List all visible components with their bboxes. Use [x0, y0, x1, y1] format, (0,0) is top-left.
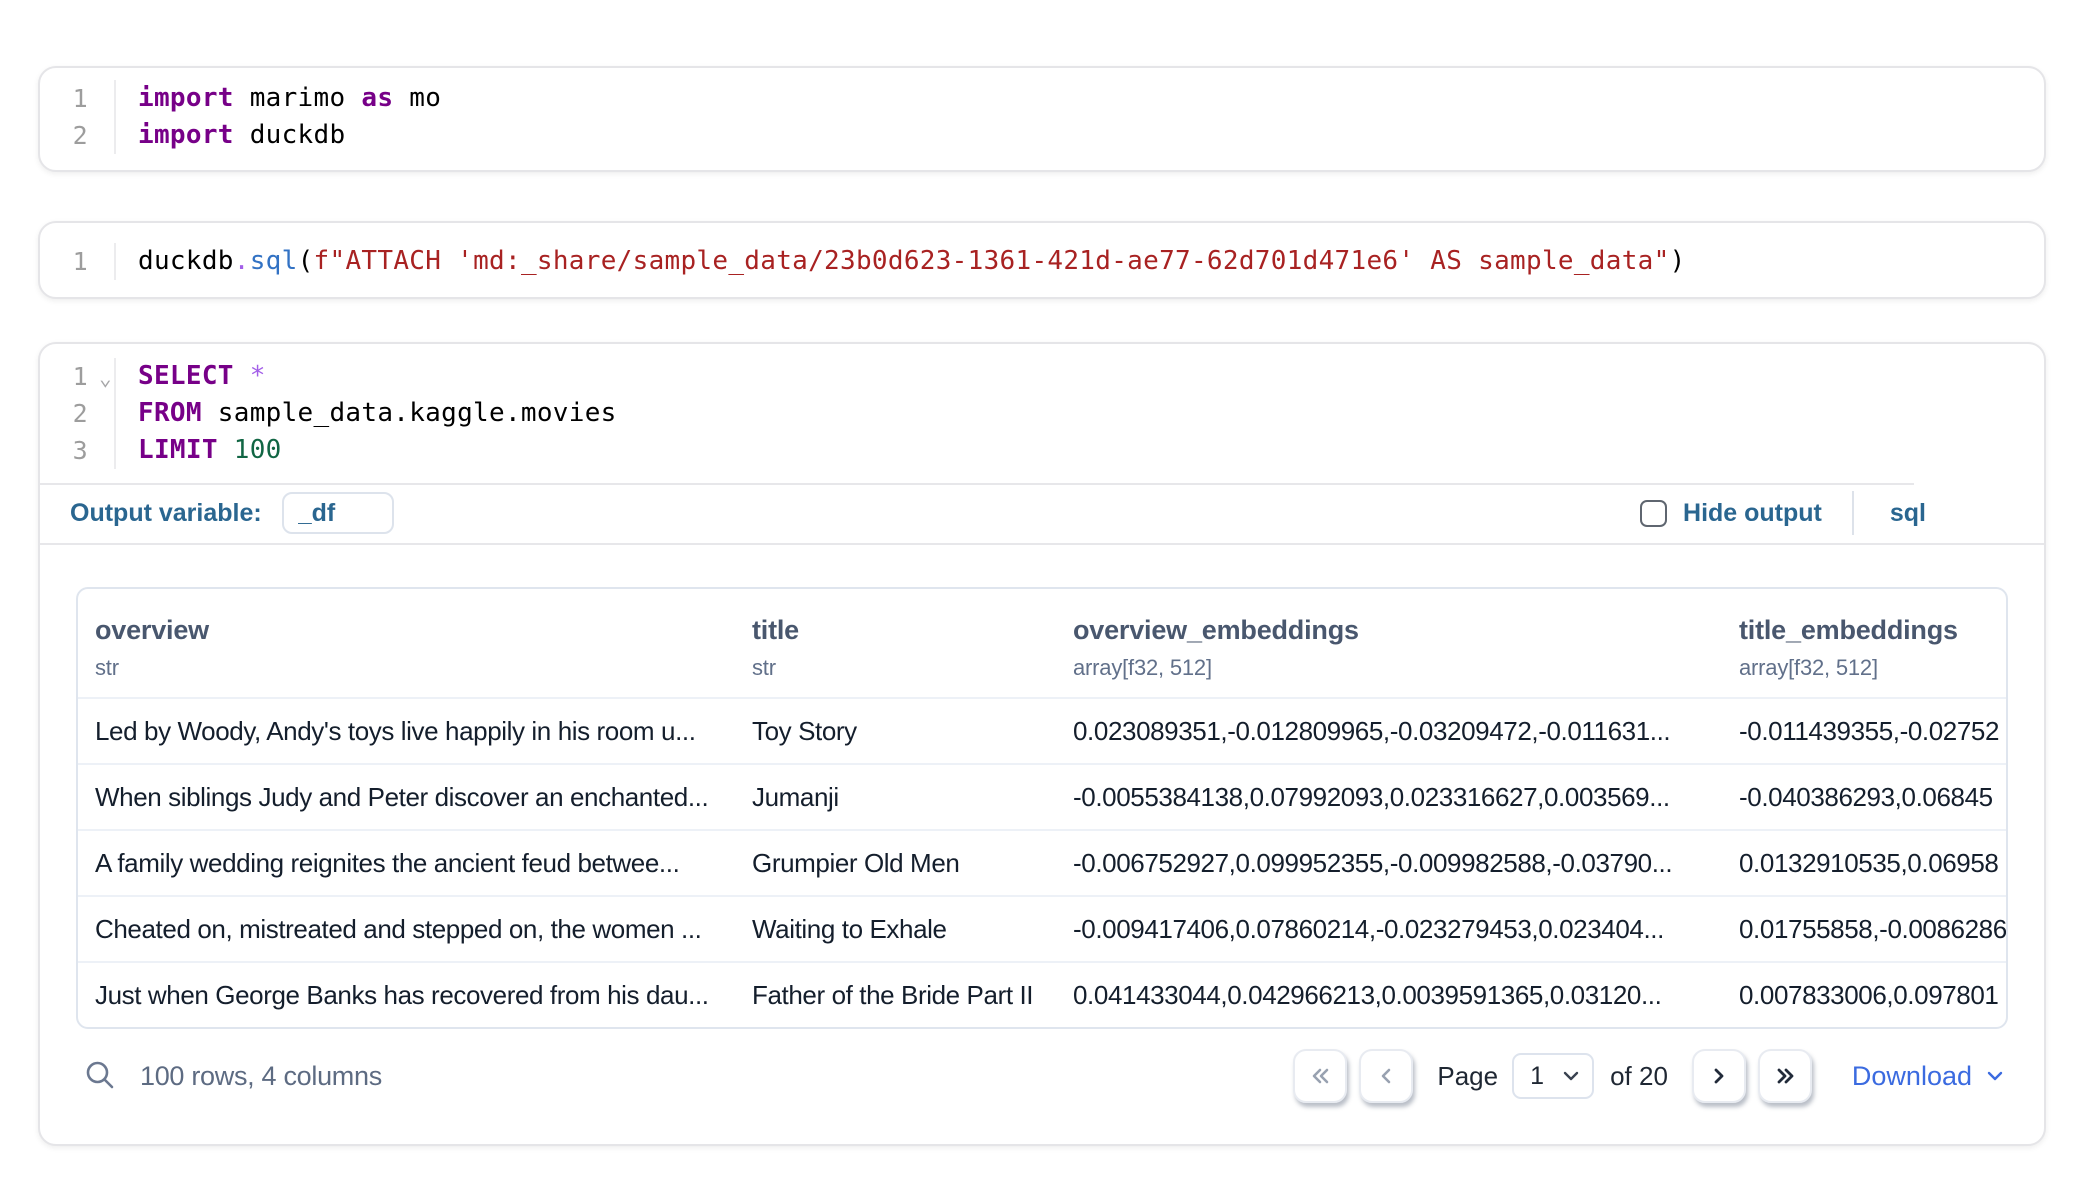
table-cell: Led by Woody, Andy's toys live happily i… — [78, 716, 735, 747]
table-row: Just when George Banks has recovered fro… — [78, 961, 2006, 1027]
table-row: Cheated on, mistreated and stepped on, t… — [78, 895, 2006, 961]
code-editor[interactable]: 12 import marimo as moimport duckdb — [40, 68, 2044, 154]
sql-cell: 1 ⌄ 2 3 SELECT *FROM sample_data.kaggle.mov… — [38, 342, 2046, 1146]
table-row: When siblings Judy and Peter discover an… — [78, 763, 2006, 829]
hide-output-label: Hide output — [1683, 499, 1822, 528]
code-cell-attach: 1 duckdb.sql(f"ATTACH 'md:_share/sample_… — [38, 221, 2046, 299]
last-page-button[interactable] — [1758, 1049, 1812, 1103]
code-editor[interactable]: 1 duckdb.sql(f"ATTACH 'md:_share/sample_… — [40, 223, 2044, 280]
line-number: 1 — [73, 362, 88, 391]
line-number: 1 — [73, 247, 88, 276]
table-cell: -0.040386293,0.06845 — [1722, 782, 2006, 813]
column-type: array[f32, 512] — [1739, 655, 2006, 681]
code-area[interactable]: import marimo as moimport duckdb — [116, 80, 2044, 154]
column-name: title_embeddings — [1739, 615, 2006, 646]
sql-cell-toolbar: Output variable: Hide output sql — [40, 483, 2044, 545]
line-number: 3 — [73, 436, 88, 465]
line-number-gutter: 12 — [40, 80, 116, 154]
page-select-value: 1 — [1530, 1062, 1544, 1091]
line-number-gutter: 1 ⌄ 2 3 — [40, 358, 116, 469]
toolbar-divider — [1852, 491, 1854, 535]
table-cell: A family wedding reignites the ancient f… — [78, 848, 735, 879]
line-number: 2 — [73, 121, 88, 150]
first-page-button[interactable] — [1293, 1049, 1347, 1103]
output-variable-label: Output variable: — [70, 499, 262, 528]
chevron-down-icon[interactable]: ⌄ — [99, 360, 112, 397]
row-count-label: 100 rows, 4 columns — [140, 1061, 382, 1092]
table-cell: Just when George Banks has recovered fro… — [78, 980, 735, 1011]
search-icon[interactable] — [80, 1056, 120, 1096]
column-name: overview — [95, 615, 735, 646]
line-number-gutter: 1 — [40, 243, 116, 280]
page-label: Page — [1437, 1061, 1498, 1092]
code-line: FROM sample_data.kaggle.movies — [138, 395, 2044, 432]
download-label: Download — [1852, 1061, 1972, 1092]
table-cell: 0.007833006,0.097801 — [1722, 980, 2006, 1011]
code-line: import duckdb — [138, 117, 2044, 154]
code-area[interactable]: duckdb.sql(f"ATTACH 'md:_share/sample_da… — [116, 243, 2044, 280]
chevron-down-icon — [1560, 1065, 1582, 1087]
table-cell: When siblings Judy and Peter discover an… — [78, 782, 735, 813]
code-line: import marimo as mo — [138, 80, 2044, 117]
table-cell: 0.0132910535,0.06958 — [1722, 848, 2006, 879]
page-total-label: of 20 — [1610, 1061, 1668, 1092]
table-body: Led by Woody, Andy's toys live happily i… — [78, 697, 2006, 1027]
double-chevron-left-icon — [1306, 1062, 1334, 1090]
double-chevron-right-icon — [1771, 1062, 1799, 1090]
code-cell-imports: 12 import marimo as moimport duckdb — [38, 66, 2046, 172]
prev-page-button[interactable] — [1359, 1049, 1413, 1103]
table-cell: -0.006752927,0.099952355,-0.009982588,-0… — [1056, 848, 1722, 879]
column-name: overview_embeddings — [1073, 615, 1722, 646]
line-number: 2 — [73, 399, 88, 428]
table-cell: 0.01755858,-0.0086286 — [1722, 914, 2007, 945]
code-line: SELECT * — [138, 358, 2044, 395]
page-select[interactable]: 1 — [1512, 1053, 1594, 1099]
sql-code-editor[interactable]: 1 ⌄ 2 3 SELECT *FROM sample_data.kaggle.mov… — [40, 344, 2044, 483]
table-cell: 0.023089351,-0.012809965,-0.03209472,-0.… — [1056, 716, 1722, 747]
column-name: title — [752, 615, 1056, 646]
table-cell: Cheated on, mistreated and stepped on, t… — [78, 914, 735, 945]
language-toggle-button[interactable]: sql — [1890, 499, 1926, 528]
table-cell: Father of the Bride Part II — [735, 980, 1056, 1011]
table-cell: Grumpier Old Men — [735, 848, 1056, 879]
output-variable-input[interactable] — [282, 492, 394, 534]
hide-output-checkbox[interactable] — [1640, 500, 1667, 527]
table-header-row: overview str title str overview_embeddingsar… — [78, 589, 2006, 697]
chevron-down-icon — [1984, 1065, 2006, 1087]
column-header[interactable]: title str — [735, 615, 1056, 697]
chevron-left-icon — [1372, 1062, 1400, 1090]
table-cell: -0.011439355,-0.02752 — [1722, 716, 2006, 747]
code-area[interactable]: SELECT *FROM sample_data.kaggle.moviesLI… — [116, 358, 2044, 469]
table-cell: 0.041433044,0.042966213,0.0039591365,0.0… — [1056, 980, 1722, 1011]
pagination: Page 1 of 20 Download — [1293, 1049, 2006, 1103]
table-cell: -0.0055384138,0.07992093,0.023316627,0.0… — [1056, 782, 1722, 813]
table-footer: 100 rows, 4 columns Page 1 of 20 — [40, 1029, 2044, 1103]
next-page-button[interactable] — [1692, 1049, 1746, 1103]
download-button[interactable]: Download — [1852, 1061, 2006, 1092]
column-header[interactable]: overview_embeddings array[f32, 512] — [1056, 615, 1722, 697]
chevron-right-icon — [1705, 1062, 1733, 1090]
code-line: LIMIT 100 — [138, 432, 2044, 469]
column-type: str — [95, 655, 735, 681]
table-row: Led by Woody, Andy's toys live happily i… — [78, 697, 2006, 763]
table-cell: Toy Story — [735, 716, 1056, 747]
column-type: array[f32, 512] — [1073, 655, 1722, 681]
column-header[interactable]: title_embeddings array[f32, 512] — [1722, 615, 2006, 697]
line-number: 1 — [73, 84, 88, 113]
table-cell: -0.009417406,0.07860214,-0.023279453,0.0… — [1056, 914, 1722, 945]
table-cell: Waiting to Exhale — [735, 914, 1056, 945]
column-type: str — [752, 655, 1056, 681]
table-cell: Jumanji — [735, 782, 1056, 813]
code-line: duckdb.sql(f"ATTACH 'md:_share/sample_da… — [138, 243, 2044, 280]
table-row: A family wedding reignites the ancient f… — [78, 829, 2006, 895]
result-table: overview str title str overview_embeddingsar… — [76, 587, 2008, 1029]
column-header[interactable]: overview str — [78, 615, 735, 697]
